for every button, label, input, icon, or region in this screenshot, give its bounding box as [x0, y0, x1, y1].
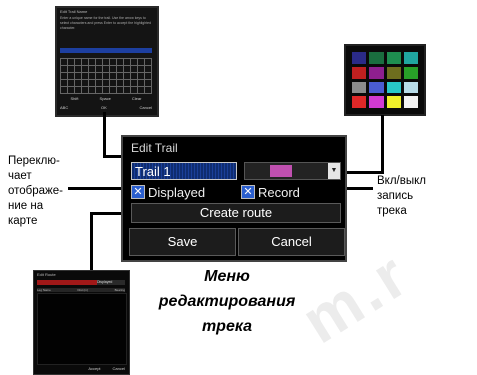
displayed-checkbox[interactable]: ✕ Displayed — [131, 184, 205, 200]
menu-caption: Меню редактирования трека — [142, 264, 312, 339]
trail-name-value: Trail 1 — [135, 164, 171, 179]
connector-route-vertical — [90, 212, 93, 272]
keyboard-abc-button: ABC — [60, 105, 69, 110]
record-label: Record — [258, 184, 300, 200]
trail-color-swatch — [270, 165, 292, 177]
color-swatch[interactable] — [386, 81, 401, 94]
route-col-header: Leg Name — [37, 288, 51, 292]
keyboard-function-row: Shift Space Clear — [60, 96, 152, 101]
keyboard-cancel-button: Cancel — [139, 105, 152, 110]
color-swatch[interactable] — [403, 96, 418, 108]
color-swatch[interactable] — [386, 52, 401, 64]
annotation-line: карте — [8, 215, 38, 227]
annotation-line: отображе- — [8, 185, 63, 197]
color-swatch[interactable] — [403, 81, 418, 94]
keyboard-space-button: Space — [99, 96, 111, 101]
save-button[interactable]: Save — [129, 228, 236, 256]
route-col-header: Bearing — [114, 288, 125, 292]
caption-line: редактирования — [158, 293, 296, 310]
route-cancel-button: Cancel — [112, 366, 125, 371]
annotation-line: трека — [377, 205, 407, 217]
connector-picker-vertical — [381, 115, 384, 173]
color-swatch[interactable] — [386, 66, 401, 79]
keyboard-key-grid — [60, 58, 152, 94]
keyboard-instructions: Enter a unique name for the trail. Use t… — [60, 16, 152, 30]
route-table-header: Leg Name Dist (m) Bearing — [37, 288, 125, 292]
color-swatch[interactable] — [386, 96, 401, 108]
create-route-label: Create route — [199, 205, 273, 220]
dialog-title: Edit Trail — [131, 141, 178, 155]
route-accept-button: Accept — [88, 366, 101, 371]
displayed-check-icon[interactable]: ✕ — [131, 185, 145, 199]
route-displayed-field: Displayed — [97, 280, 125, 285]
route-col-header: Dist (m) — [77, 288, 89, 292]
caption-line: Меню — [204, 268, 250, 285]
trail-name-field[interactable]: Trail 1 — [131, 162, 237, 180]
color-swatch[interactable] — [369, 66, 384, 79]
displayed-label: Displayed — [148, 184, 206, 200]
annotation-line: чает — [8, 170, 32, 182]
route-button-row: Accept Cancel — [37, 366, 125, 372]
connector-keyboard-vertical — [103, 112, 106, 157]
chevron-down-icon[interactable]: ▼ — [328, 163, 340, 179]
keyboard-title: Edit Trail Name — [60, 9, 88, 14]
color-picker-thumbnail — [344, 44, 426, 116]
keyboard-screen-thumbnail: Edit Trail Name Enter a unique name for … — [55, 6, 159, 117]
color-swatch[interactable] — [352, 81, 367, 94]
color-swatch[interactable] — [352, 66, 367, 79]
color-swatch[interactable] — [369, 52, 384, 64]
annotation-line: ние на — [8, 200, 44, 212]
record-check-icon[interactable]: ✕ — [241, 185, 255, 199]
keyboard-clear-button: Clear — [131, 96, 142, 101]
cancel-label: Cancel — [271, 234, 312, 249]
route-screen-title: Edit Route — [37, 272, 56, 277]
cancel-button[interactable]: Cancel — [238, 228, 345, 256]
record-checkbox[interactable]: ✕ Record — [241, 184, 300, 200]
color-swatch[interactable] — [403, 52, 418, 64]
route-legs-list — [37, 293, 127, 365]
color-swatch[interactable] — [369, 96, 384, 108]
annotation-line: Переклю- — [8, 155, 60, 167]
route-name-field — [37, 280, 97, 285]
route-screen-thumbnail: Edit Route Displayed Leg Name Dist (m) B… — [33, 270, 130, 375]
save-label: Save — [167, 234, 198, 249]
create-route-button[interactable]: Create route — [131, 203, 341, 223]
caption-line: трека — [201, 318, 253, 335]
trail-color-dropdown[interactable]: ▼ — [244, 162, 341, 180]
edit-trail-dialog: Edit Trail Trail 1 ▼ ✕ Displayed ✕ Recor… — [121, 135, 347, 262]
annotation-line: запись — [377, 190, 414, 202]
displayed-annotation: Переклю- чает отображе- ние на карте — [8, 154, 63, 229]
keyboard-input-field — [60, 48, 152, 53]
keyboard-bottom-row: ABC OK Cancel — [60, 105, 152, 111]
color-swatch[interactable] — [352, 52, 367, 64]
color-swatch[interactable] — [403, 66, 418, 79]
record-annotation: Вкл/выкл запись трека — [377, 174, 426, 219]
color-swatch[interactable] — [352, 96, 367, 108]
keyboard-ok-button: OK — [101, 105, 107, 110]
keyboard-shift-button: Shift — [70, 96, 79, 101]
color-swatch[interactable] — [369, 81, 384, 94]
annotation-line: Вкл/выкл — [377, 175, 426, 187]
